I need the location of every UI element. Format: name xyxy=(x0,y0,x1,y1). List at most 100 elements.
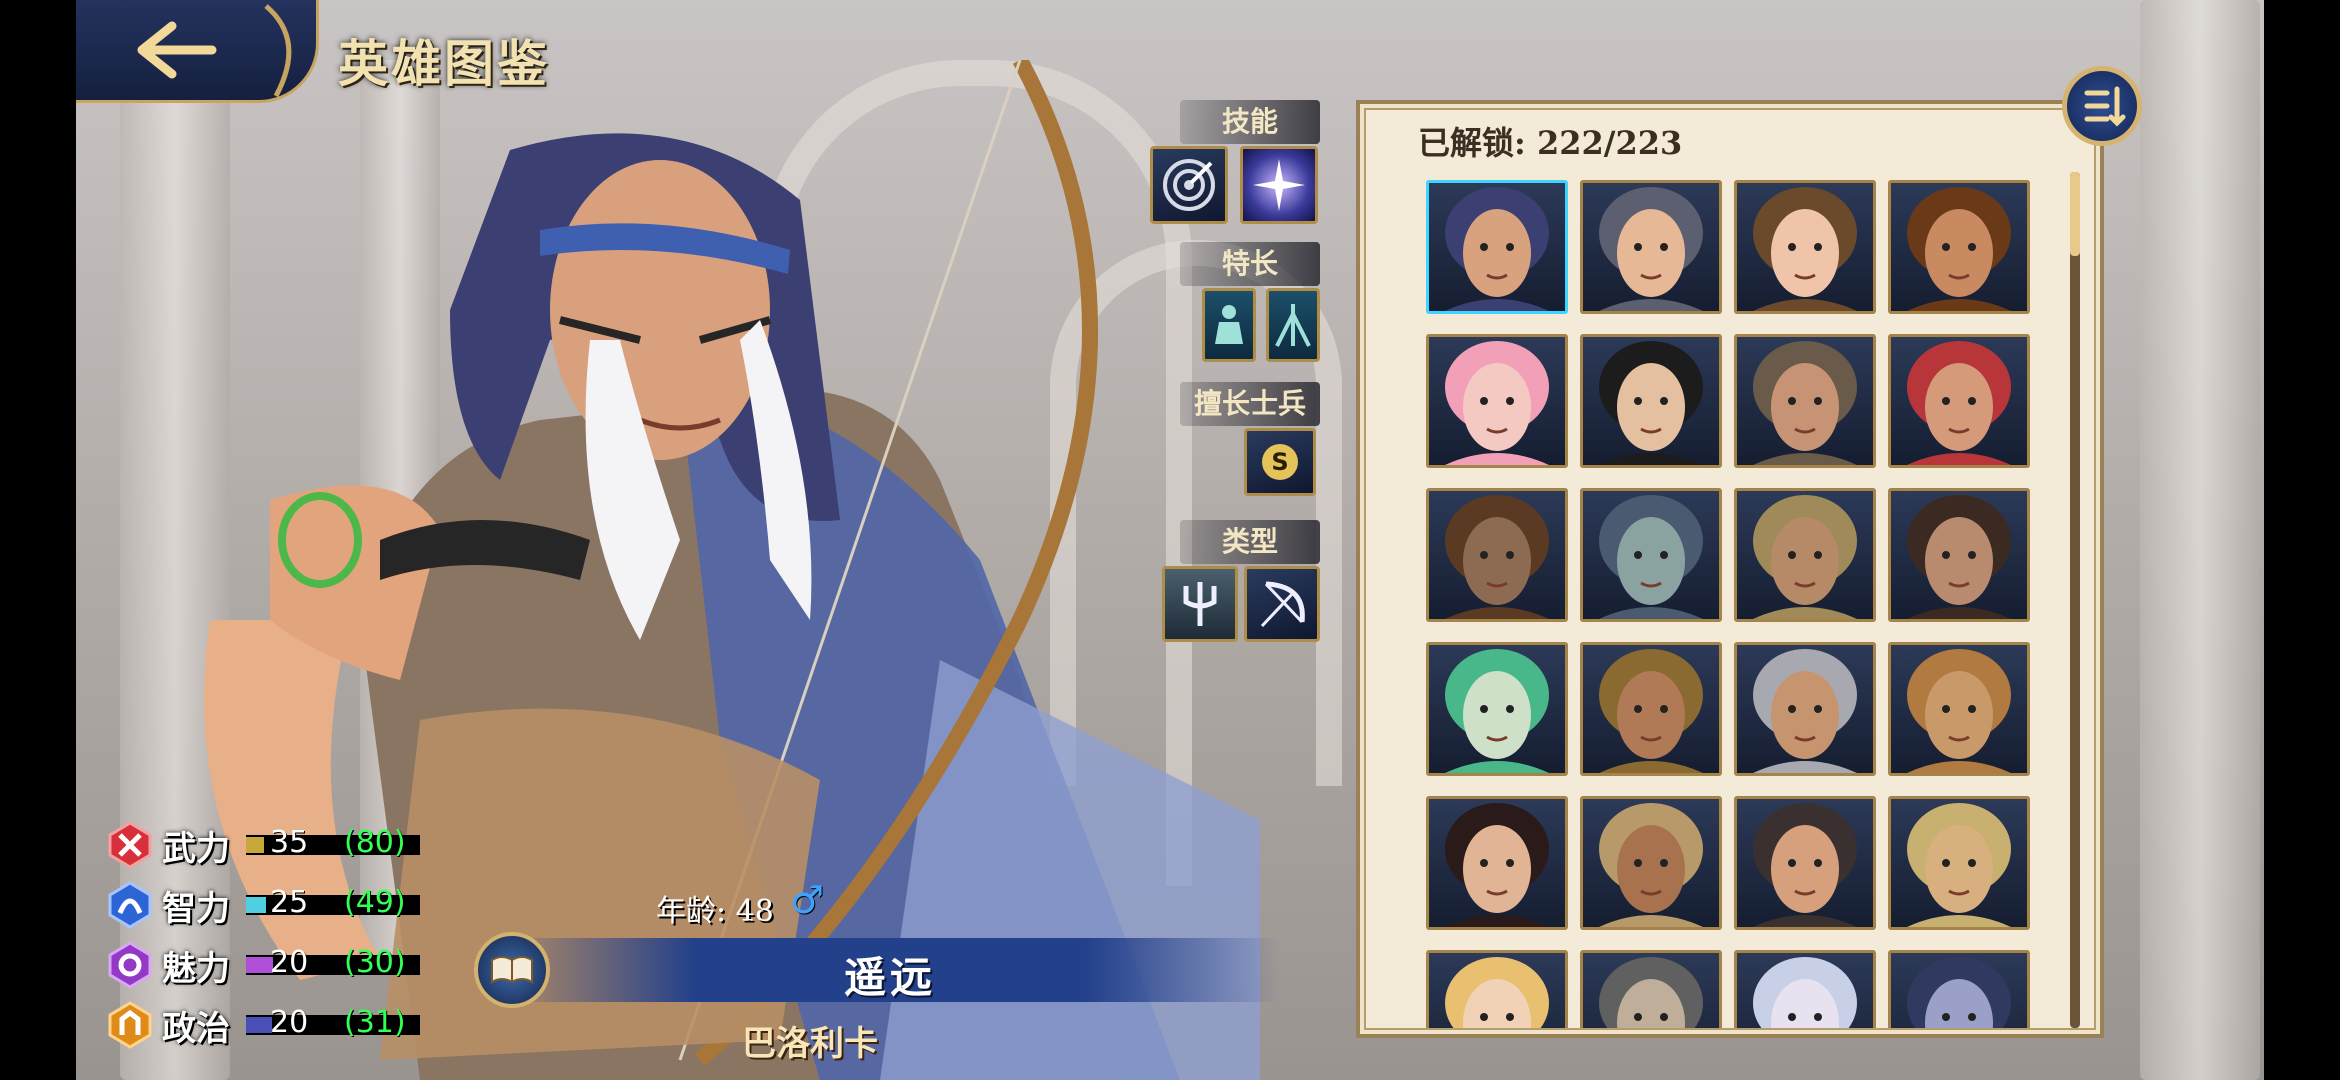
specialty-warrior-icon[interactable] xyxy=(1202,288,1256,362)
stat-value: 35 xyxy=(270,825,309,860)
hero-portrait[interactable] xyxy=(1426,950,1568,1028)
back-button[interactable] xyxy=(76,0,319,103)
portrait-face-icon xyxy=(1599,957,1703,1028)
portrait-face-icon xyxy=(1445,803,1549,927)
hero-portrait[interactable] xyxy=(1580,488,1722,622)
portrait-face-icon xyxy=(1445,649,1549,773)
hero-portrait[interactable] xyxy=(1734,950,1876,1028)
background-pillar xyxy=(2140,0,2260,1080)
portrait-face-icon xyxy=(1599,341,1703,465)
portrait-face-icon xyxy=(1445,495,1549,619)
biography-book-button[interactable] xyxy=(474,932,550,1008)
stat-bar: 20 (31) xyxy=(246,1005,420,1040)
back-arrow-icon xyxy=(137,4,292,98)
portrait-face-icon xyxy=(1753,495,1857,619)
skill-archery-icon[interactable] xyxy=(1150,146,1228,224)
panel-scrollbar[interactable] xyxy=(2070,172,2080,1028)
hero-portrait[interactable] xyxy=(1426,796,1568,930)
unlock-progress: 已解锁: 222/223 xyxy=(1418,124,1683,162)
hero-portrait[interactable] xyxy=(1734,642,1876,776)
portrait-face-icon xyxy=(1753,957,1857,1028)
stat-label: 魅力 xyxy=(162,948,230,989)
hero-age: 年龄: 48 xyxy=(656,894,774,929)
stat-fill xyxy=(246,957,273,973)
hero-portrait[interactable] xyxy=(1888,334,2030,468)
male-gender-icon: ♂ xyxy=(790,878,825,922)
troop-label: 擅长士兵 xyxy=(1180,382,1320,426)
charm-icon xyxy=(106,941,154,989)
stat-label: 智力 xyxy=(162,888,230,929)
type-label: 类型 xyxy=(1180,520,1320,564)
stat-value: 20 xyxy=(270,945,309,980)
type-trident-icon[interactable] xyxy=(1162,566,1238,642)
hero-portrait[interactable] xyxy=(1888,796,2030,930)
stat-bar: 20 (30) xyxy=(246,945,420,980)
hero-portrait[interactable] xyxy=(1580,796,1722,930)
skills-label: 技能 xyxy=(1180,100,1320,144)
portrait-face-icon xyxy=(1907,649,2011,773)
stat-row-force: 武力 35 (80) xyxy=(106,820,420,870)
hero-title: 遥远 xyxy=(843,953,936,1002)
stat-row-politics: 政治 20 (31) xyxy=(106,1000,420,1050)
portrait-face-icon xyxy=(1753,341,1857,465)
stat-label: 政治 xyxy=(162,1008,230,1049)
stat-max: (80) xyxy=(344,825,406,860)
hero-portrait[interactable] xyxy=(1888,950,2030,1028)
hero-portrait[interactable] xyxy=(1888,488,2030,622)
page-title: 英雄图鉴 xyxy=(338,34,550,93)
intelligence-icon xyxy=(106,881,154,929)
hero-portrait[interactable] xyxy=(1888,180,2030,314)
sort-button[interactable] xyxy=(2062,66,2142,146)
portrait-face-icon xyxy=(1753,649,1857,773)
hero-portrait[interactable] xyxy=(1580,642,1722,776)
hero-portrait[interactable] xyxy=(1734,180,1876,314)
portrait-face-icon xyxy=(1599,649,1703,773)
hero-portrait[interactable] xyxy=(1580,180,1722,314)
scrollbar-thumb[interactable] xyxy=(2070,172,2080,256)
portrait-face-icon xyxy=(1907,803,2011,927)
politics-icon xyxy=(106,1001,154,1049)
stat-fill xyxy=(246,1017,272,1033)
specialty-tent-icon[interactable] xyxy=(1266,288,1320,362)
stat-value: 25 xyxy=(270,885,309,920)
stat-bar: 25 (49) xyxy=(246,885,420,920)
stat-max: (30) xyxy=(344,945,406,980)
sort-icon xyxy=(2084,86,2126,127)
hero-portrait[interactable] xyxy=(1426,642,1568,776)
type-bow-icon[interactable] xyxy=(1244,566,1320,642)
skill-starburst-icon[interactable] xyxy=(1240,146,1318,224)
letterbox-right xyxy=(2264,0,2340,1080)
hero-portrait[interactable] xyxy=(1426,334,1568,468)
book-icon xyxy=(491,956,533,984)
portrait-face-icon xyxy=(1445,957,1549,1028)
specialty-label: 特长 xyxy=(1180,242,1320,286)
hero-portrait[interactable] xyxy=(1888,642,2030,776)
force-icon xyxy=(106,821,154,869)
hero-portrait[interactable] xyxy=(1734,334,1876,468)
hero-portrait[interactable] xyxy=(1580,334,1722,468)
game-screen: 英雄图鉴 技能 特长 擅长士兵 S 类型 武力 35 (80) 智力 25 (4… xyxy=(0,0,2340,1080)
rank-s-icon: S xyxy=(1262,444,1298,480)
hero-title-banner: 遥远 xyxy=(500,938,1280,1002)
stat-label: 武力 xyxy=(162,828,230,869)
portrait-face-icon xyxy=(1907,957,2011,1028)
portrait-face-icon xyxy=(1599,187,1703,311)
hero-name: 巴洛利卡 xyxy=(742,1024,878,1064)
hero-portrait[interactable] xyxy=(1580,950,1722,1028)
stat-row-intelligence: 智力 25 (49) xyxy=(106,880,420,930)
stat-value: 20 xyxy=(270,1005,309,1040)
hero-portrait-selected[interactable] xyxy=(1426,180,1568,314)
portrait-face-icon xyxy=(1445,187,1549,311)
stat-max: (49) xyxy=(344,885,406,920)
portrait-face-icon xyxy=(1907,495,2011,619)
hero-portrait[interactable] xyxy=(1734,488,1876,622)
troop-rank-badge[interactable]: S xyxy=(1244,428,1316,496)
portrait-face-icon xyxy=(1753,803,1857,927)
hero-portrait[interactable] xyxy=(1426,488,1568,622)
stat-fill xyxy=(246,837,264,853)
portrait-face-icon xyxy=(1599,803,1703,927)
stat-bar: 35 (80) xyxy=(246,825,420,860)
hero-portrait-grid[interactable] xyxy=(1426,180,2042,1028)
letterbox-left xyxy=(0,0,76,1080)
hero-portrait[interactable] xyxy=(1734,796,1876,930)
